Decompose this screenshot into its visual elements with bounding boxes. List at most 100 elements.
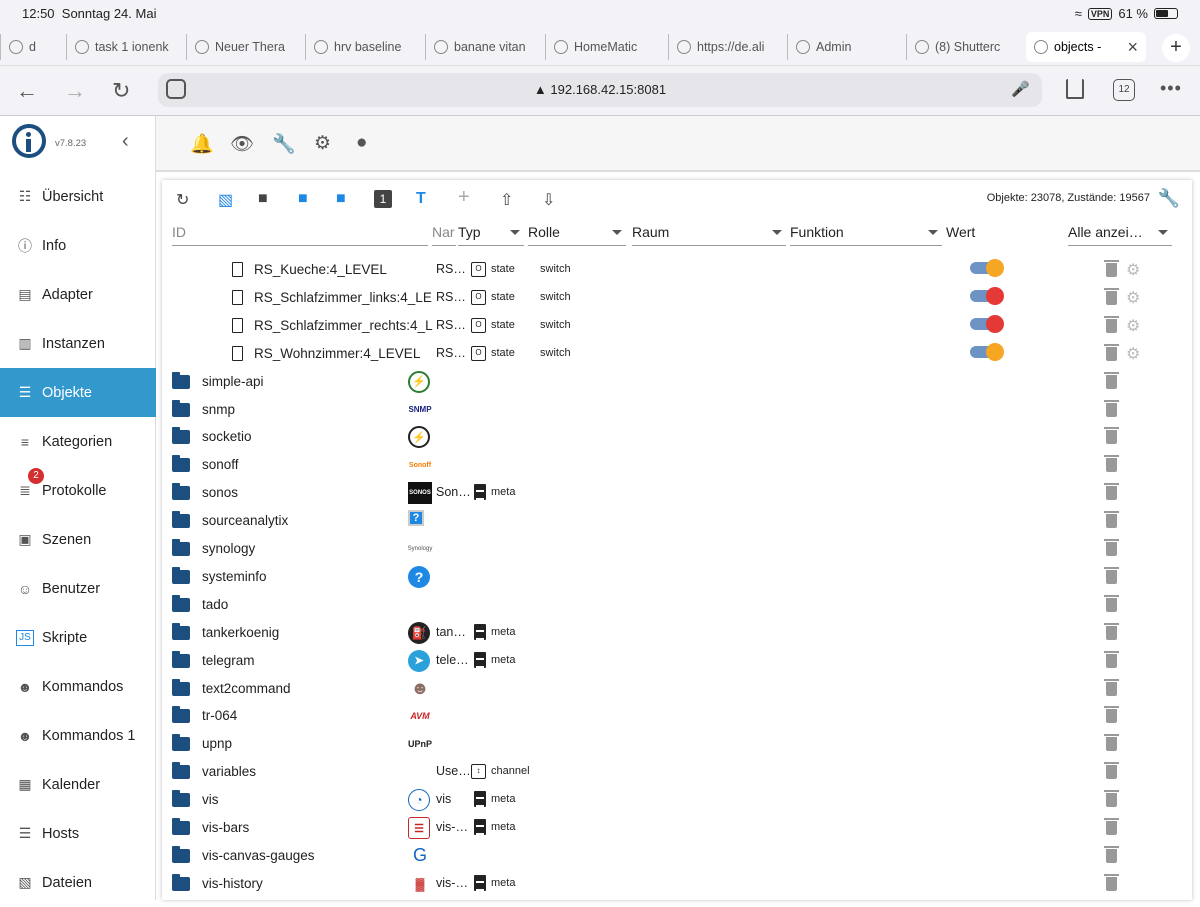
settings-wrench-icon[interactable]: 🔧 (1158, 188, 1180, 209)
delete-icon[interactable] (1104, 511, 1119, 529)
folder-row[interactable]: systeminfo? (162, 563, 1192, 591)
back-button[interactable]: ← (16, 78, 38, 104)
text-size-icon[interactable]: T (416, 190, 426, 208)
eye-icon[interactable]: 👁 (230, 132, 254, 156)
sidebar-item-kategorien[interactable]: ≡ Kategorien (0, 417, 156, 466)
bell-icon[interactable]: 🔔 (190, 132, 214, 156)
folder-row[interactable]: synology Synology (162, 535, 1192, 563)
browser-tab[interactable]: hrv baseline (305, 34, 419, 60)
folder-row[interactable]: vis-bars ☰ vis-… meta (162, 814, 1192, 842)
sidebar-item-kalender[interactable]: ▦ Kalender (0, 760, 156, 809)
reload-button[interactable]: ↻ (112, 78, 130, 104)
delete-icon[interactable] (1104, 873, 1119, 891)
folder-row[interactable]: upnp UPnP (162, 730, 1192, 758)
columns-icon[interactable]: ▧ (218, 190, 233, 210)
address-field[interactable]: ▲ 192.168.42.15:8081 🎤 (158, 73, 1042, 107)
value-toggle[interactable] (970, 259, 1004, 277)
state-row[interactable]: RS_Wohnzimmer:4_LEVEL RS… Ostate switch ⚙ (162, 340, 1192, 368)
folder-row[interactable]: vis ◔ vis meta (162, 786, 1192, 814)
state-row[interactable]: RS_Schlafzimmer_rechts:4_L RS… Ostate switc… (162, 312, 1192, 340)
sidebar-item-protokolle[interactable]: ≣ Protokolle 2 (0, 466, 156, 515)
delete-icon[interactable] (1104, 260, 1119, 277)
gear-icon[interactable]: ⚙ (314, 132, 331, 155)
delete-icon[interactable] (1104, 594, 1119, 612)
room-filter[interactable]: Raum (632, 224, 786, 246)
delete-icon[interactable] (1104, 845, 1119, 863)
name-filter[interactable] (432, 224, 456, 246)
function-filter[interactable]: Funktion (790, 224, 942, 246)
depth-icon[interactable]: 1 (374, 190, 392, 208)
delete-icon[interactable] (1104, 427, 1119, 445)
collapse-sidebar-icon[interactable]: ‹ (122, 130, 129, 153)
id-filter[interactable] (172, 224, 428, 246)
state-row[interactable]: RS_Kueche:4_LEVEL RS… Ostate switch ⚙ (162, 256, 1192, 284)
wrench-icon[interactable]: 🔧 (272, 132, 296, 156)
folder-row[interactable]: socketio ⚡ (162, 423, 1192, 451)
browser-tab[interactable]: task 1 ionenk (66, 34, 180, 60)
delete-icon[interactable] (1104, 706, 1119, 724)
close-tab-icon[interactable]: × (1127, 37, 1138, 58)
browser-tab[interactable]: Admin (787, 34, 900, 60)
id-filter-input[interactable] (172, 224, 428, 240)
value-toggle[interactable] (970, 342, 1004, 361)
folder-row[interactable]: vis-canvas-gauges G (162, 842, 1192, 870)
folder-row[interactable]: simple-api ⚡ (162, 368, 1192, 396)
folder-row[interactable]: tado (162, 591, 1192, 619)
browser-tab[interactable]: https://de.ali (668, 34, 781, 60)
folder-row[interactable]: text2command ☻ (162, 675, 1192, 703)
type-filter[interactable]: Typ (458, 224, 524, 246)
delete-icon[interactable] (1104, 343, 1119, 361)
sidebar-item-instanzen[interactable]: ▥ Instanzen (0, 319, 156, 368)
more-icon[interactable]: ••• (1160, 78, 1182, 99)
new-tab-button[interactable]: + (1162, 34, 1190, 62)
show-all-select[interactable]: Alle anzei… (1068, 224, 1172, 246)
sidebar-item-kommandos[interactable]: ☻ Kommandos (0, 662, 156, 711)
upload-icon[interactable]: ⇧ (500, 190, 513, 210)
gear-icon[interactable]: ⚙ (1126, 316, 1140, 336)
sidebar-item-info[interactable]: ⓘ Info (0, 221, 156, 270)
delete-icon[interactable] (1104, 287, 1119, 305)
browser-tab[interactable]: HomeMatic (545, 34, 662, 60)
expert-mode-icon[interactable]: ● (356, 132, 367, 154)
sidebar-item-objekte[interactable]: ☰ Objekte (0, 368, 156, 417)
folder-row[interactable]: sonoff Sonoff (162, 451, 1192, 479)
folder-row[interactable]: snmp SNMP (162, 396, 1192, 424)
browser-tab[interactable]: Neuer Thera (186, 34, 299, 60)
gear-icon[interactable]: ⚙ (1126, 260, 1140, 280)
browser-tab[interactable]: d (0, 34, 60, 60)
browser-tab[interactable]: objects - × (1026, 32, 1146, 62)
folder-row[interactable]: vis-history ▓ vis-… meta (162, 870, 1192, 898)
sidebar-item--bersicht[interactable]: ☷ Übersicht (0, 172, 156, 221)
delete-icon[interactable] (1104, 371, 1119, 389)
delete-icon[interactable] (1104, 678, 1119, 696)
role-filter[interactable]: Rolle (528, 224, 626, 246)
folder-row[interactable]: telegram ➤ tele… meta (162, 647, 1192, 675)
browser-tab[interactable]: banane vitan (425, 34, 539, 60)
delete-icon[interactable] (1104, 483, 1119, 501)
sidebar-item-benutzer[interactable]: ☺ Benutzer (0, 564, 156, 613)
sidebar-item-kommandos-1[interactable]: ☻ Kommandos 1 (0, 711, 156, 760)
forward-button[interactable]: → (64, 78, 86, 104)
delete-icon[interactable] (1104, 818, 1119, 835)
delete-icon[interactable] (1104, 455, 1119, 473)
delete-icon[interactable] (1104, 566, 1119, 584)
delete-icon[interactable] (1104, 734, 1119, 752)
sidebar-item-skripte[interactable]: JS Skripte (0, 613, 156, 662)
delete-icon[interactable] (1104, 622, 1119, 640)
folder-row[interactable]: tankerkoenig ⛽ tan… meta (162, 619, 1192, 647)
folder-collapse-icon[interactable]: ■ (336, 190, 346, 208)
tab-count-button[interactable]: 12 (1113, 79, 1135, 101)
delete-icon[interactable] (1104, 315, 1119, 333)
state-row[interactable]: RS_Schlafzimmer_links:4_LE RS… Ostate switc… (162, 284, 1192, 312)
delete-icon[interactable] (1104, 790, 1119, 808)
name-filter-input[interactable] (432, 224, 456, 240)
folder-row[interactable]: variables Use… ↕ channel (162, 758, 1192, 786)
folder-row[interactable]: sonos SONOS Son… meta (162, 479, 1192, 507)
sidebar-item-szenen[interactable]: ▣ Szenen (0, 515, 156, 564)
microphone-icon[interactable]: 🎤 (1011, 80, 1030, 98)
download-icon[interactable]: ⇩ (542, 190, 555, 210)
add-icon[interactable]: + (458, 186, 470, 209)
folder-row[interactable]: tr-064 AVM (162, 702, 1192, 730)
gear-icon[interactable]: ⚙ (1126, 344, 1140, 364)
value-toggle[interactable] (970, 314, 1004, 333)
